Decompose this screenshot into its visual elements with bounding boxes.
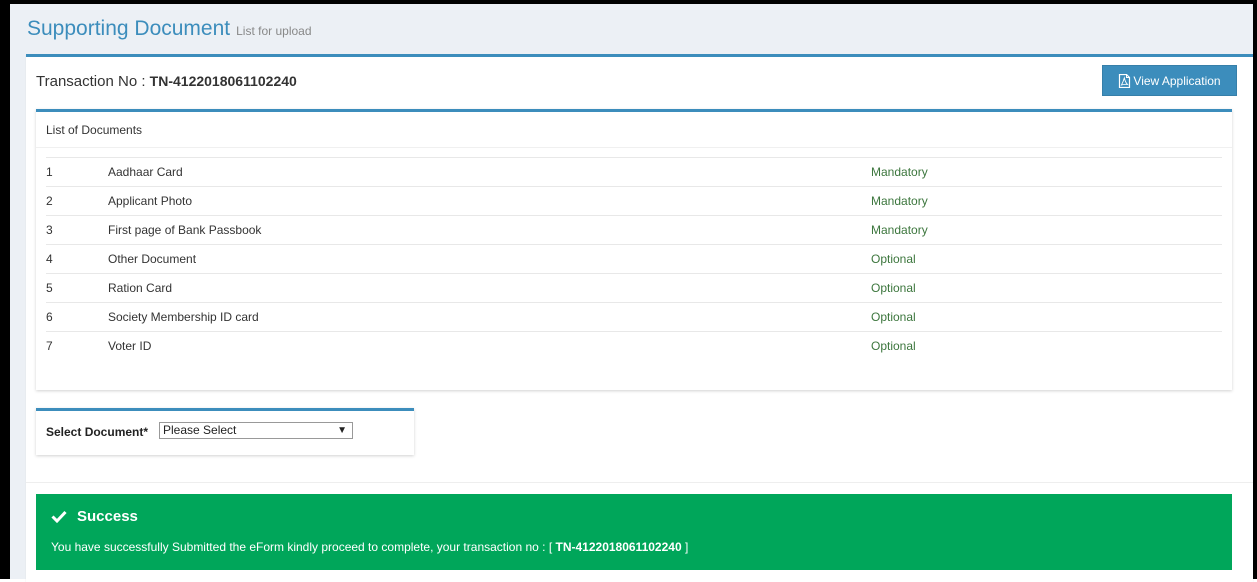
doc-status: Optional — [871, 273, 1222, 303]
select-document-label: Select Document* — [46, 425, 149, 439]
success-message-suffix: ] — [684, 540, 689, 554]
doc-number: 3 — [46, 215, 108, 245]
select-document-value: Please Select — [163, 423, 237, 437]
doc-number: 6 — [46, 302, 108, 332]
doc-number: 5 — [46, 273, 108, 303]
select-document-dropdown[interactable]: Please Select ▼ — [159, 422, 353, 439]
doc-number: 2 — [46, 186, 108, 216]
content-header: Supporting Document List for upload — [10, 4, 1253, 54]
doc-name: Society Membership ID card — [108, 302, 871, 332]
documents-panel-divider — [36, 147, 1232, 148]
doc-name: First page of Bank Passbook — [108, 215, 871, 245]
view-application-label: View Application — [1133, 73, 1221, 88]
table-row: 4 Other Document Optional — [46, 244, 1222, 274]
transaction-label: Transaction No : — [36, 73, 146, 90]
doc-number: 1 — [46, 157, 108, 187]
page-title: Supporting Document List for upload — [27, 17, 312, 41]
table-row: 1 Aadhaar Card Mandatory — [46, 157, 1222, 187]
page-content: Supporting Document List for upload Trans… — [10, 4, 1253, 582]
doc-name: Applicant Photo — [108, 186, 871, 216]
doc-status: Optional — [871, 331, 1222, 360]
doc-status: Mandatory — [871, 215, 1222, 245]
doc-number: 7 — [46, 331, 108, 360]
doc-status: Mandatory — [871, 157, 1222, 187]
doc-name: Voter ID — [108, 331, 871, 360]
dropdown-arrow-icon: ▼ — [337, 425, 347, 436]
page-title-text: Supporting Document — [27, 17, 231, 40]
success-alert-header: Success — [51, 508, 138, 525]
success-title: Success — [77, 508, 138, 525]
main-box: Transaction No : TN-4122018061102240 Vie… — [26, 54, 1253, 582]
documents-panel: List of Documents 1 Aadhaar Card Mandato… — [36, 109, 1232, 390]
window-frame-left — [0, 0, 10, 579]
doc-status: Optional — [871, 302, 1222, 332]
checkmark-icon — [51, 510, 67, 523]
view-application-button[interactable]: View Application — [1102, 65, 1237, 96]
table-row: 5 Ration Card Optional — [46, 273, 1222, 303]
success-alert: Success You have successfully Submitted … — [36, 494, 1232, 570]
doc-name: Aadhaar Card — [108, 157, 871, 187]
select-document-panel: Select Document* Please Select ▼ — [36, 408, 414, 455]
documents-table: 1 Aadhaar Card Mandatory 2 Applicant Pho… — [46, 157, 1222, 360]
success-transaction-number: TN-4122018061102240 — [555, 540, 682, 554]
table-row: 3 First page of Bank Passbook Mandatory — [46, 215, 1222, 245]
documents-panel-title: List of Documents — [46, 123, 143, 137]
table-row: 6 Society Membership ID card Optional — [46, 302, 1222, 332]
window-frame-right — [1253, 0, 1257, 579]
doc-status: Optional — [871, 244, 1222, 274]
pdf-file-icon — [1119, 73, 1131, 88]
success-message-text: You have successfully Submitted the eFor… — [51, 540, 553, 554]
page-subtitle: List for upload — [236, 24, 312, 38]
table-row: 7 Voter ID Optional — [46, 331, 1222, 360]
doc-name: Ration Card — [108, 273, 871, 303]
doc-name: Other Document — [108, 244, 871, 274]
transaction-info: Transaction No : TN-4122018061102240 — [36, 73, 297, 90]
table-row: 2 Applicant Photo Mandatory — [46, 186, 1222, 216]
success-message: You have successfully Submitted the eFor… — [51, 540, 688, 554]
divider — [26, 482, 1253, 483]
doc-number: 4 — [46, 244, 108, 274]
doc-status: Mandatory — [871, 186, 1222, 216]
transaction-number: TN-4122018061102240 — [149, 73, 297, 89]
